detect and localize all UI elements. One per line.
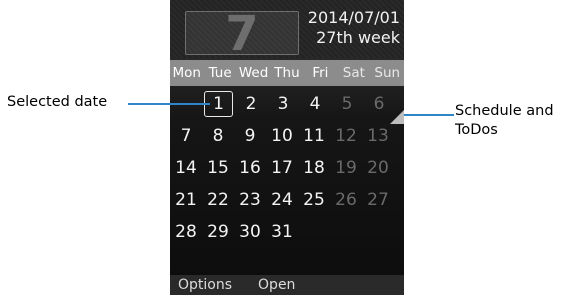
calendar-week-row: 28 29 30 31 (170, 216, 404, 248)
weekday-wed: Wed (238, 65, 269, 81)
day-cell[interactable]: 29 (202, 222, 234, 242)
calendar-week-row: 7 8 9 10 11 12 13 (170, 120, 404, 152)
day-cell[interactable]: 3 (267, 94, 299, 114)
day-cell[interactable]: 9 (234, 126, 266, 146)
schedule-marker-icon (390, 110, 404, 124)
weekday-tue: Tue (208, 65, 232, 81)
day-cell[interactable]: 25 (298, 190, 330, 210)
day-cell[interactable]: 15 (202, 158, 234, 178)
day-cell[interactable]: 5 (331, 94, 363, 114)
day-cell[interactable]: 12 (330, 126, 362, 146)
weekday-sat: Sat (342, 65, 365, 81)
day-cell[interactable]: 2 (235, 94, 267, 114)
day-cell[interactable]: 4 (299, 94, 331, 114)
day-cell[interactable]: 17 (266, 158, 298, 178)
day-cell[interactable]: 31 (266, 222, 298, 242)
calendar-screen: 7 2014/07/01 27th week Mon Tue Wed Thu F… (170, 0, 404, 295)
weekday-header: Mon Tue Wed Thu Fri Sat Sun (170, 60, 404, 86)
day-cell[interactable]: 30 (234, 222, 266, 242)
week-number: 27th week (316, 28, 400, 47)
date-info: 2014/07/01 27th week (308, 8, 400, 48)
schedule-label-line1: Schedule and (455, 103, 554, 119)
open-softkey[interactable]: Open (258, 277, 295, 293)
day-cell[interactable]: 21 (170, 190, 202, 210)
calendar-header: 7 2014/07/01 27th week (170, 0, 404, 62)
day-cell[interactable]: 19 (330, 158, 362, 178)
day-cell[interactable]: 16 (234, 158, 266, 178)
options-softkey[interactable]: Options (178, 277, 232, 293)
day-cell[interactable]: 14 (170, 158, 202, 178)
day-cell[interactable]: 26 (330, 190, 362, 210)
weekday-sun: Sun (374, 65, 401, 81)
month-display: 7 (185, 6, 299, 62)
weekday-fri: Fri (312, 65, 329, 81)
day-cell[interactable]: 23 (234, 190, 266, 210)
day-cell[interactable]: 7 (170, 126, 202, 146)
day-cell[interactable]: 28 (170, 222, 202, 242)
weekday-mon: Mon (172, 65, 201, 81)
selected-date-callout-line (128, 103, 210, 105)
day-cell[interactable]: 13 (362, 126, 394, 146)
current-date: 2014/07/01 (307, 8, 400, 27)
calendar-week-row: 14 15 16 17 18 19 20 (170, 152, 404, 184)
schedule-label: Schedule and ToDos (455, 102, 554, 140)
calendar-week-row: 21 22 23 24 25 26 27 (170, 184, 404, 216)
softkey-bar: Options Open (170, 275, 404, 295)
schedule-callout-line (404, 114, 454, 116)
day-cell[interactable]: 18 (298, 158, 330, 178)
day-cell[interactable]: 22 (202, 190, 234, 210)
day-cell[interactable]: 10 (266, 126, 298, 146)
calendar-grid: 1 2 3 4 5 6 7 8 9 10 11 12 13 14 15 16 17 18 19 20 21 22 23 24 2… (170, 88, 404, 248)
day-cell[interactable]: 27 (362, 190, 394, 210)
day-cell[interactable]: 24 (266, 190, 298, 210)
day-cell[interactable]: 8 (202, 126, 234, 146)
day-cell[interactable]: 20 (362, 158, 394, 178)
schedule-label-line2: ToDos (455, 122, 498, 138)
month-number: 7 (225, 6, 259, 62)
day-cell[interactable]: 11 (298, 126, 330, 146)
weekday-thu: Thu (274, 65, 300, 81)
selected-date-label: Selected date (7, 94, 108, 110)
